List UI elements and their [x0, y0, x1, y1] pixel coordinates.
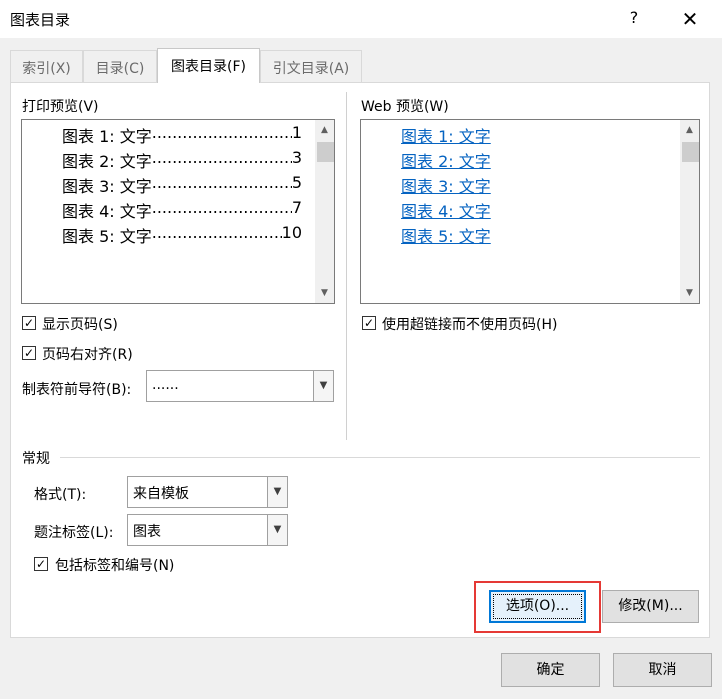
chevron-down-icon[interactable]: ▼ — [267, 515, 287, 545]
print-preview-box[interactable]: 图表 1: 文字 ...............................… — [21, 119, 335, 304]
section-divider — [60, 457, 700, 458]
format-label: 格式(T): — [34, 487, 87, 503]
print-preview-row: 图表 4: 文字 ...............................… — [62, 198, 302, 222]
print-preview-row: 图表 2: 文字 ...............................… — [62, 148, 302, 172]
cancel-button[interactable]: 取消 — [613, 653, 712, 687]
leader-dots: ........................................… — [151, 223, 282, 242]
scroll-thumb[interactable] — [682, 142, 699, 162]
leader-dots: ........................................… — [151, 198, 292, 217]
scroll-up-icon[interactable]: ▲ — [680, 121, 699, 139]
caption-label-value: 图表 — [133, 524, 161, 540]
web-preview-link[interactable]: 图表 1: 文字 — [401, 123, 491, 147]
leader-dots: ........................................… — [151, 173, 292, 192]
print-preview-page: 3 — [291, 148, 302, 167]
print-preview-entry: 图表 1: 文字 — [62, 127, 152, 146]
tab-leader-select[interactable]: ...... ▼ — [146, 370, 334, 402]
caption-label-label: 题注标签(L): — [34, 525, 114, 541]
tab-table-of-figures[interactable]: 图表目录(F) — [157, 48, 260, 83]
modify-button[interactable]: 修改(M)... — [602, 590, 699, 623]
general-section-label: 常规 — [22, 451, 50, 467]
right-align-checkbox[interactable]: ✓ — [22, 346, 36, 360]
ok-button[interactable]: 确定 — [501, 653, 600, 687]
web-preview-link[interactable]: 图表 3: 文字 — [401, 173, 491, 197]
caption-label-select[interactable]: 图表 ▼ — [127, 514, 288, 546]
use-hyperlinks-label: 使用超链接而不使用页码(H) — [382, 317, 558, 333]
include-label-checkbox[interactable]: ✓ — [34, 557, 48, 571]
tab-index[interactable]: 索引(X) — [10, 50, 83, 82]
web-preview-box[interactable]: 图表 1: 文字 图表 2: 文字 图表 3: 文字 图表 4: 文字 图表 5… — [360, 119, 700, 304]
web-preview-label: Web 预览(W) — [361, 99, 449, 115]
print-preview-page: 5 — [291, 173, 302, 192]
print-preview-page: 1 — [291, 123, 302, 142]
leader-dots: ........................................… — [151, 123, 292, 142]
print-preview-row: 图表 5: 文字 ...............................… — [62, 223, 302, 247]
include-label-label: 包括标签和编号(N) — [55, 558, 175, 574]
use-hyperlinks-checkbox[interactable]: ✓ — [362, 316, 376, 330]
help-button[interactable]: ? — [622, 8, 646, 30]
title-bar: 图表目录 ? ✕ — [0, 0, 722, 38]
print-preview-label: 打印预览(V) — [22, 99, 99, 115]
print-preview-entry: 图表 2: 文字 — [62, 152, 152, 171]
options-button[interactable]: 选项(O)... — [489, 590, 586, 623]
print-preview-row: 图表 1: 文字 ...............................… — [62, 123, 302, 147]
cancel-button-label: 取消 — [648, 662, 677, 678]
print-preview-entry: 图表 4: 文字 — [62, 202, 152, 221]
dialog-title: 图表目录 — [10, 11, 71, 29]
chevron-down-icon[interactable]: ▼ — [313, 371, 333, 401]
tab-toc[interactable]: 目录(C) — [83, 50, 157, 82]
format-value: 来自模板 — [133, 486, 189, 502]
ok-button-label: 确定 — [536, 662, 565, 678]
scroll-down-icon[interactable]: ▼ — [680, 284, 699, 302]
format-select[interactable]: 来自模板 ▼ — [127, 476, 288, 508]
print-preview-row: 图表 3: 文字 ...............................… — [62, 173, 302, 197]
chevron-down-icon[interactable]: ▼ — [267, 477, 287, 507]
web-preview-link[interactable]: 图表 4: 文字 — [401, 198, 491, 222]
web-preview-scrollbar[interactable]: ▲ ▼ — [680, 120, 699, 303]
scroll-down-icon[interactable]: ▼ — [315, 284, 334, 302]
leader-dots: ........................................… — [151, 148, 292, 167]
scroll-up-icon[interactable]: ▲ — [315, 121, 334, 139]
scroll-thumb[interactable] — [317, 142, 334, 162]
web-preview-link[interactable]: 图表 5: 文字 — [401, 223, 491, 247]
print-preview-entry: 图表 3: 文字 — [62, 177, 152, 196]
modify-button-label: 修改(M)... — [618, 598, 683, 614]
tab-leader-label: 制表符前导符(B): — [22, 382, 132, 398]
print-preview-page: 10 — [281, 223, 302, 242]
focus-ring — [493, 594, 582, 619]
print-preview-scrollbar[interactable]: ▲ ▼ — [315, 120, 334, 303]
column-divider — [346, 92, 347, 440]
close-button[interactable]: ✕ — [676, 6, 704, 32]
show-page-numbers-label: 显示页码(S) — [42, 317, 118, 333]
print-preview-entry: 图表 5: 文字 — [62, 227, 152, 246]
right-align-label: 页码右对齐(R) — [42, 347, 133, 363]
web-preview-link[interactable]: 图表 2: 文字 — [401, 148, 491, 172]
print-preview-page: 7 — [291, 198, 302, 217]
tab-table-of-authorities[interactable]: 引文目录(A) — [260, 50, 362, 82]
show-page-numbers-checkbox[interactable]: ✓ — [22, 316, 36, 330]
tab-leader-value: ...... — [152, 377, 179, 393]
